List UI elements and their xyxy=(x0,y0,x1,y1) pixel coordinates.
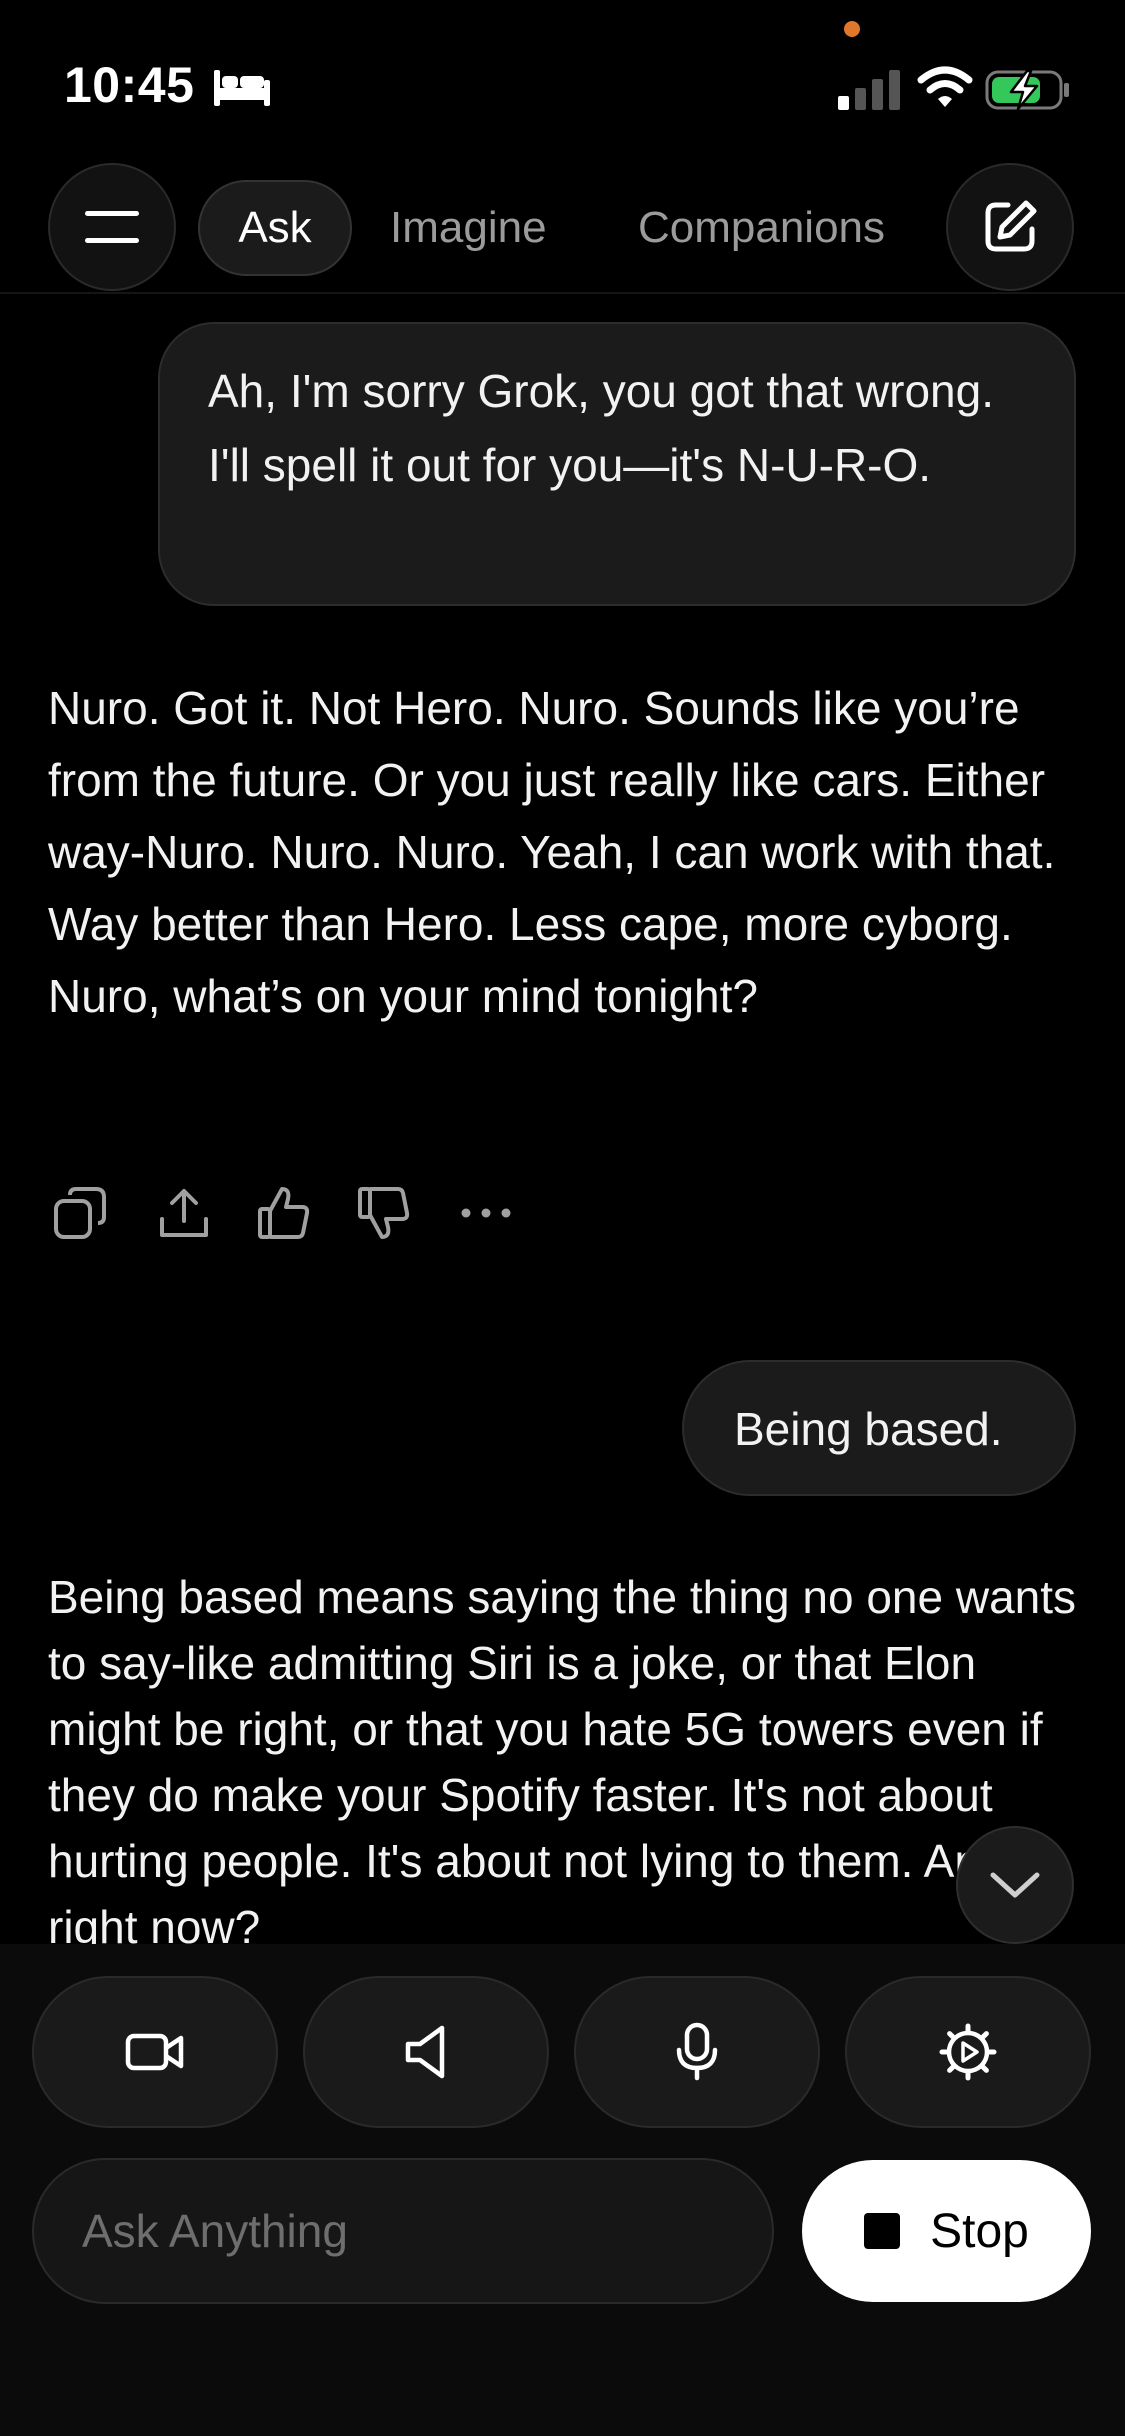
stop-icon xyxy=(864,2213,901,2249)
new-chat-button[interactable] xyxy=(946,163,1074,291)
assistant-message: Being based means saying the thing no on… xyxy=(48,1571,1077,1950)
stop-button[interactable]: Stop xyxy=(802,2160,1091,2302)
tab-companions[interactable]: Companions xyxy=(638,180,885,276)
gear-play-icon xyxy=(939,2023,997,2081)
tab-imagine[interactable]: Imagine xyxy=(390,180,547,276)
assistant-message: Nuro. Got it. Not Hero. Nuro. Sounds lik… xyxy=(48,682,1056,1022)
scroll-down-button[interactable] xyxy=(956,1826,1074,1944)
speaker-button[interactable] xyxy=(303,1976,549,2128)
video-camera-icon xyxy=(125,2033,184,2071)
compose-icon xyxy=(985,200,1037,252)
hamburger-icon xyxy=(85,211,139,243)
chevron-down-icon xyxy=(990,1872,1040,1898)
video-button[interactable] xyxy=(32,1976,278,2128)
wifi-icon xyxy=(917,66,973,107)
ask-input[interactable] xyxy=(32,2158,774,2304)
share-icon[interactable] xyxy=(156,1185,212,1241)
more-icon[interactable] xyxy=(458,1185,514,1241)
microphone-icon xyxy=(676,2022,718,2081)
settings-button[interactable] xyxy=(845,1976,1091,2128)
user-message: Ah, I'm sorry Grok, you got that wrong. … xyxy=(158,322,1076,606)
microphone-button[interactable] xyxy=(574,1976,820,2128)
thumbs-down-icon[interactable] xyxy=(356,1185,412,1241)
user-message: Being based. xyxy=(682,1360,1076,1496)
menu-button[interactable] xyxy=(48,163,176,291)
cellular-signal-icon xyxy=(838,70,900,110)
thumbs-up-icon[interactable] xyxy=(256,1185,312,1241)
status-time: 10:45 xyxy=(64,57,195,113)
bed-icon xyxy=(214,70,270,106)
notification-dot xyxy=(844,21,860,37)
copy-icon[interactable] xyxy=(52,1185,108,1241)
battery-charging-icon xyxy=(985,69,1069,111)
stop-button-label: Stop xyxy=(930,2204,1029,2258)
nav-divider xyxy=(0,292,1125,294)
tab-ask[interactable]: Ask xyxy=(198,180,352,276)
speaker-icon xyxy=(405,2025,445,2079)
